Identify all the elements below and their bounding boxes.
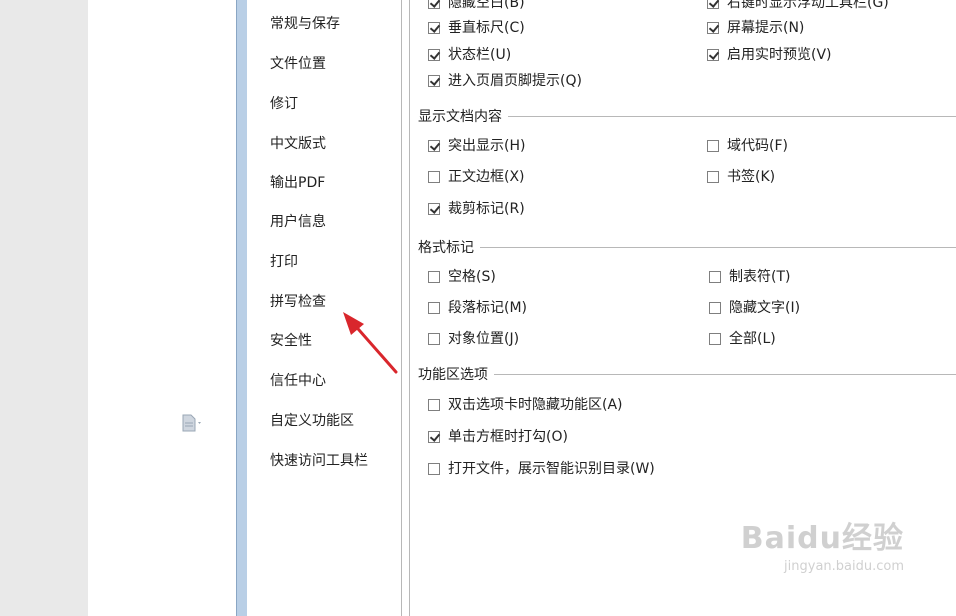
option-vertical-ruler[interactable]: 垂直标尺(C) — [428, 17, 525, 39]
nav-item-security[interactable]: 安全性 — [270, 331, 312, 351]
option-show-all[interactable]: 全部(L) — [709, 328, 776, 350]
checkbox[interactable] — [428, 49, 440, 61]
section-divider — [480, 246, 956, 248]
app-background — [0, 0, 88, 616]
watermark-url: jingyan.baidu.com — [784, 559, 904, 574]
option-bookmarks[interactable]: 书签(K) — [707, 166, 775, 188]
checkbox[interactable] — [707, 0, 719, 9]
option-label: 启用实时预览(V) — [727, 47, 832, 63]
nav-item-quick-access-toolbar[interactable]: 快速访问工具栏 — [270, 451, 368, 471]
document-icon[interactable] — [182, 414, 204, 432]
option-label: 隐藏文字(I) — [729, 300, 801, 316]
option-label: 双击选项卡时隐藏功能区(A) — [448, 397, 623, 413]
watermark-logo: Baidu经验 — [740, 521, 904, 556]
option-label: 右键时显示浮动工具栏(G) — [727, 0, 889, 11]
checkbox[interactable] — [709, 271, 721, 283]
option-field-codes[interactable]: 域代码(F) — [707, 135, 788, 157]
nav-item-spell-check[interactable]: 拼写检查 — [270, 292, 326, 312]
option-label: 裁剪标记(R) — [448, 201, 525, 217]
option-label: 屏幕提示(N) — [727, 20, 805, 36]
option-label: 书签(K) — [727, 169, 776, 185]
option-label: 单击方框时打勾(O) — [448, 429, 568, 445]
option-floating-toolbar[interactable]: 右键时显示浮动工具栏(G) — [707, 0, 889, 14]
option-label: 进入页眉页脚提示(Q) — [448, 73, 582, 89]
option-label: 突出显示(H) — [448, 138, 526, 154]
checkbox[interactable] — [428, 333, 440, 345]
checkbox[interactable] — [709, 302, 721, 314]
checkbox[interactable] — [707, 140, 719, 152]
section-title: 显示文档内容 — [418, 109, 502, 125]
checkbox[interactable] — [428, 271, 440, 283]
option-smart-toc[interactable]: 打开文件，展示智能识别目录(W) — [428, 458, 655, 480]
section-ribbon-options: 功能区选项 — [418, 364, 956, 384]
nav-divider — [401, 0, 402, 616]
section-divider — [508, 115, 956, 117]
checkbox[interactable] — [428, 431, 440, 443]
checkbox[interactable] — [707, 49, 719, 61]
option-live-preview[interactable]: 启用实时预览(V) — [707, 44, 832, 66]
option-hidden-text[interactable]: 隐藏文字(I) — [709, 297, 800, 319]
nav-item-print[interactable]: 打印 — [270, 252, 298, 272]
option-label: 打开文件，展示智能识别目录(W) — [448, 461, 655, 477]
checkbox[interactable] — [428, 140, 440, 152]
document-area — [88, 0, 236, 616]
option-tab-characters[interactable]: 制表符(T) — [709, 266, 790, 288]
option-label: 域代码(F) — [727, 138, 788, 154]
section-format-marks: 格式标记 — [418, 237, 956, 257]
option-object-anchors[interactable]: 对象位置(J) — [428, 328, 519, 350]
option-label: 隐藏空白(B) — [448, 0, 525, 11]
checkbox[interactable] — [428, 203, 440, 215]
option-label: 垂直标尺(C) — [448, 20, 525, 36]
content-divider — [409, 0, 410, 616]
option-crop-marks[interactable]: 裁剪标记(R) — [428, 198, 525, 220]
section-title: 格式标记 — [418, 240, 474, 256]
nav-item-file-location[interactable]: 文件位置 — [270, 54, 326, 74]
option-label: 制表符(T) — [729, 269, 791, 285]
option-label: 空格(S) — [448, 269, 496, 285]
option-label: 全部(L) — [729, 331, 776, 347]
checkbox[interactable] — [428, 0, 440, 9]
nav-item-revision[interactable]: 修订 — [270, 94, 298, 114]
nav-item-customize-ribbon[interactable]: 自定义功能区 — [270, 411, 354, 431]
option-label: 段落标记(M) — [448, 300, 528, 316]
checkbox[interactable] — [707, 171, 719, 183]
nav-item-trust-center[interactable]: 信任中心 — [270, 371, 326, 391]
option-highlight[interactable]: 突出显示(H) — [428, 135, 525, 157]
section-show-content: 显示文档内容 — [418, 106, 956, 126]
section-title: 功能区选项 — [418, 367, 488, 383]
option-label: 状态栏(U) — [448, 47, 512, 63]
option-status-bar[interactable]: 状态栏(U) — [428, 44, 511, 66]
checkbox[interactable] — [428, 302, 440, 314]
checkbox[interactable] — [428, 22, 440, 34]
option-label: 正文边框(X) — [448, 169, 525, 185]
option-paragraph-marks[interactable]: 段落标记(M) — [428, 297, 527, 319]
baidu-watermark: Baidu经验 jingyan.baidu.com — [741, 513, 904, 574]
option-screen-tips[interactable]: 屏幕提示(N) — [707, 17, 804, 39]
checkbox[interactable] — [709, 333, 721, 345]
option-click-box-check[interactable]: 单击方框时打勾(O) — [428, 426, 568, 448]
option-label: 对象位置(J) — [448, 331, 520, 347]
nav-item-user-info[interactable]: 用户信息 — [270, 212, 326, 232]
nav-item-export-pdf[interactable]: 输出PDF — [270, 173, 325, 193]
option-double-click-hide-ribbon[interactable]: 双击选项卡时隐藏功能区(A) — [428, 394, 623, 416]
checkbox[interactable] — [707, 22, 719, 34]
option-spaces[interactable]: 空格(S) — [428, 266, 496, 288]
nav-item-chinese-layout[interactable]: 中文版式 — [270, 134, 326, 154]
option-text-boundaries[interactable]: 正文边框(X) — [428, 166, 525, 188]
option-hide-whitespace[interactable]: 隐藏空白(B) — [428, 0, 525, 14]
checkbox[interactable] — [428, 171, 440, 183]
checkbox[interactable] — [428, 75, 440, 87]
checkbox[interactable] — [428, 463, 440, 475]
nav-item-general-save[interactable]: 常规与保存 — [270, 14, 340, 34]
option-header-footer-hint[interactable]: 进入页眉页脚提示(Q) — [428, 70, 582, 92]
section-divider — [494, 373, 956, 375]
checkbox[interactable] — [428, 399, 440, 411]
